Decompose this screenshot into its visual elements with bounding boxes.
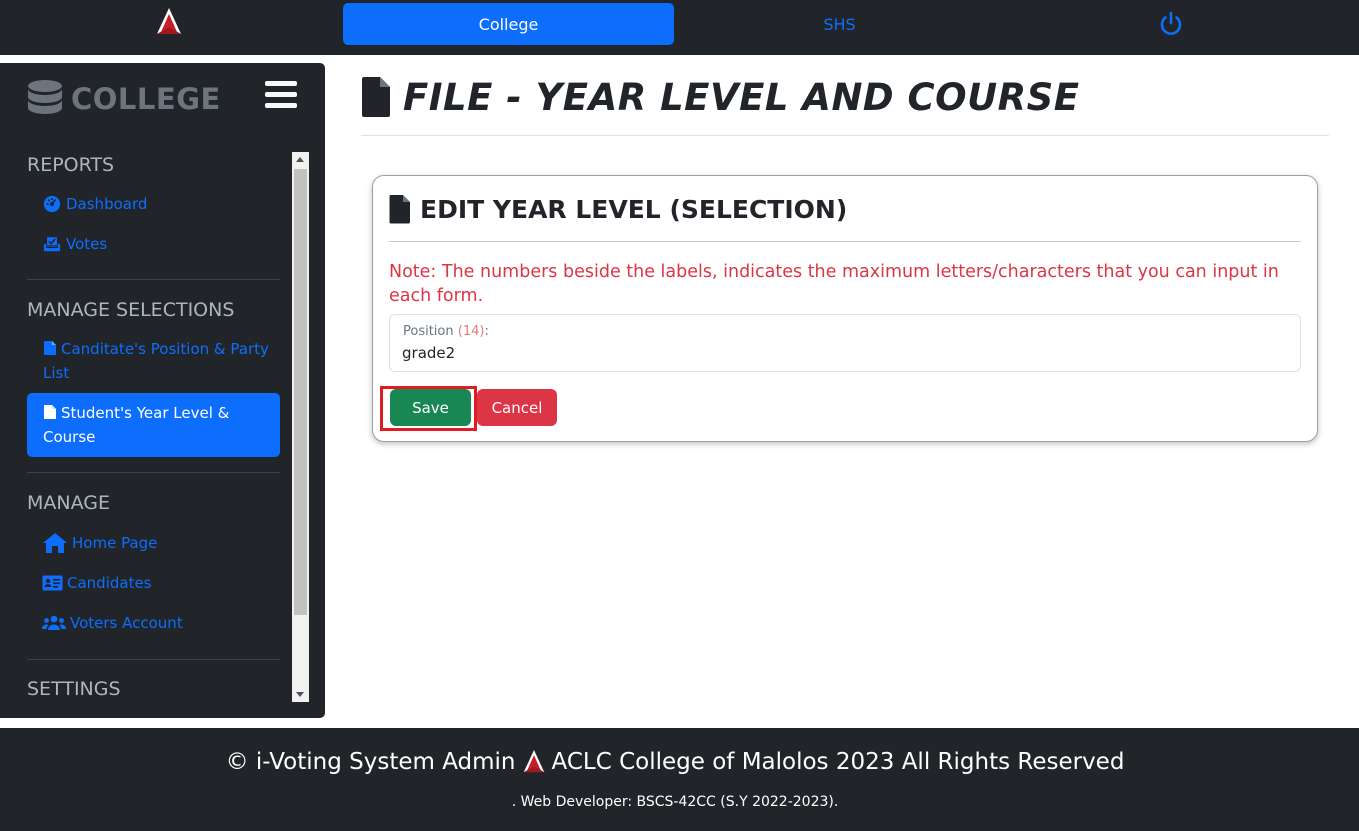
footer-copyright-right: ACLC College of Malolos 2023 All Rights … bbox=[551, 749, 1125, 775]
sidebar: COLLEGE REPORTS Dashboard Votes MANAGE S… bbox=[0, 63, 325, 718]
sidebar-item-label: Student's Year Level & Course bbox=[43, 404, 230, 446]
sidebar-item-voters-account[interactable]: Voters Account bbox=[42, 611, 183, 635]
hamburger-menu-icon[interactable] bbox=[265, 81, 297, 109]
footer-copyright-left: © i-Voting System Admin bbox=[225, 749, 516, 775]
section-title-manage-selections: MANAGE SELECTIONS bbox=[27, 299, 235, 321]
scroll-up-arrow-icon[interactable] bbox=[296, 157, 304, 162]
users-icon bbox=[42, 615, 66, 630]
card-header: EDIT YEAR LEVEL (SELECTION) bbox=[389, 194, 847, 224]
brand-title: COLLEGE bbox=[71, 82, 221, 116]
max-characters-badge: (14) bbox=[457, 324, 485, 339]
position-field[interactable]: Position (14): bbox=[389, 314, 1301, 372]
save-button[interactable]: Save bbox=[390, 389, 471, 426]
sidebar-scrollbar[interactable] bbox=[292, 152, 309, 702]
position-input[interactable] bbox=[402, 344, 1282, 362]
sidebar-item-label: Candidates bbox=[67, 574, 152, 592]
file-icon bbox=[44, 341, 56, 355]
file-icon bbox=[44, 405, 56, 419]
sidebar-item-label: Home Page bbox=[72, 534, 158, 552]
sidebar-item-year-level-course[interactable]: Student's Year Level & Course bbox=[43, 401, 273, 449]
footer-developer: . Web Developer: BSCS-42CC (S.Y 2022-202… bbox=[511, 794, 839, 810]
ballot-box-icon bbox=[43, 236, 61, 252]
sidebar-item-votes[interactable]: Votes bbox=[42, 232, 107, 256]
footer: © i-Voting System Admin ACLC College of … bbox=[0, 728, 1359, 831]
aclc-logo-icon[interactable] bbox=[155, 7, 183, 37]
file-icon bbox=[389, 195, 410, 224]
page-title: FILE - YEAR LEVEL AND COURSE bbox=[403, 75, 1080, 119]
section-title-reports: REPORTS bbox=[27, 154, 115, 176]
section-title-settings: SETTINGS bbox=[27, 678, 121, 700]
card-title: EDIT YEAR LEVEL (SELECTION) bbox=[420, 194, 848, 224]
position-field-label: Position (14): bbox=[403, 324, 489, 339]
character-limit-note: Note: The numbers beside the labels, ind… bbox=[389, 262, 1279, 306]
power-icon[interactable] bbox=[1158, 11, 1184, 37]
tab-shs[interactable]: SHS bbox=[674, 3, 1005, 45]
scrollbar-thumb[interactable] bbox=[294, 169, 307, 615]
sidebar-item-dashboard[interactable]: Dashboard bbox=[42, 192, 147, 216]
sidebar-divider bbox=[27, 659, 280, 660]
dashboard-gauge-icon bbox=[43, 195, 61, 213]
id-card-icon bbox=[42, 575, 63, 591]
top-navbar: College SHS bbox=[0, 0, 1359, 55]
cancel-button[interactable]: Cancel bbox=[477, 389, 557, 426]
sidebar-item-label: Votes bbox=[66, 235, 108, 253]
page-header: FILE - YEAR LEVEL AND COURSE bbox=[361, 72, 1080, 122]
sidebar-divider bbox=[27, 472, 280, 473]
sidebar-item-label: Dashboard bbox=[66, 195, 148, 213]
home-icon bbox=[43, 533, 67, 553]
database-icon bbox=[28, 80, 62, 114]
sidebar-item-candidate-position-party-list[interactable]: Canditate's Position & Party List bbox=[43, 337, 273, 385]
file-icon bbox=[362, 77, 390, 117]
sidebar-item-candidates[interactable]: Candidates bbox=[42, 571, 152, 595]
sidebar-scroll-area: REPORTS Dashboard Votes MANAGE SELECTION… bbox=[0, 151, 325, 718]
sidebar-item-label: Voters Account bbox=[70, 614, 183, 632]
sidebar-item-label: Canditate's Position & Party List bbox=[43, 340, 269, 382]
sidebar-brand: COLLEGE bbox=[27, 78, 221, 120]
sidebar-divider bbox=[27, 279, 280, 280]
sidebar-item-home-page[interactable]: Home Page bbox=[42, 531, 157, 555]
card-divider bbox=[389, 241, 1301, 242]
tab-college[interactable]: College bbox=[343, 3, 674, 45]
footer-copyright: © i-Voting System Admin ACLC College of … bbox=[0, 748, 1350, 776]
aclc-logo-icon bbox=[523, 750, 544, 773]
edit-year-level-card: EDIT YEAR LEVEL (SELECTION) Note: The nu… bbox=[372, 175, 1318, 442]
section-title-manage: MANAGE bbox=[27, 492, 110, 514]
scroll-down-arrow-icon[interactable] bbox=[296, 692, 304, 697]
page-divider bbox=[361, 135, 1329, 136]
